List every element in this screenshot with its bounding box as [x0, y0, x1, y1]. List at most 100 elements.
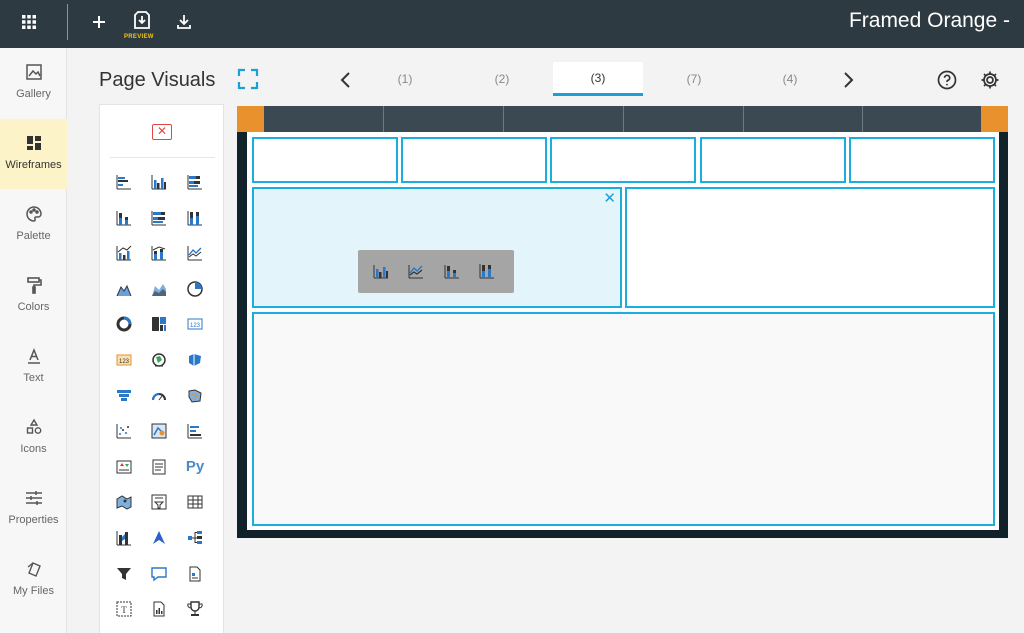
nav-item-gallery[interactable]: Gallery [0, 48, 67, 118]
paint-roller-icon [24, 275, 44, 295]
nav-item-colors[interactable]: Colors [0, 261, 67, 331]
page-tab-3[interactable]: (3) [553, 62, 643, 96]
apps-grid-icon[interactable] [13, 0, 45, 44]
stacked-bar-icon[interactable] [184, 171, 206, 193]
nav-item-icons[interactable]: Icons [0, 403, 67, 473]
page-tab-1[interactable]: (1) [360, 62, 450, 96]
page-tab-4[interactable]: (4) [745, 62, 835, 96]
treemap-icon[interactable] [148, 313, 170, 335]
delete-visual-icon[interactable]: ✕ [152, 124, 172, 140]
table-icon[interactable] [184, 491, 206, 513]
frame-tick [503, 106, 504, 132]
nav-label: Palette [16, 230, 51, 242]
key-influencers-icon[interactable] [184, 420, 206, 442]
close-icon[interactable]: ✕ [603, 191, 616, 206]
nav-item-wireframes[interactable]: Wireframes [0, 119, 67, 189]
globe-map-icon[interactable] [148, 349, 170, 371]
multi-row-card-icon[interactable]: 123 [113, 349, 135, 371]
clustered-column-icon[interactable] [370, 260, 392, 282]
wireframe-card-1[interactable] [252, 137, 398, 183]
gauge-icon[interactable] [148, 385, 170, 407]
nav-label: Colors [17, 301, 50, 313]
100-stacked-column-icon[interactable] [476, 260, 498, 282]
frame-tick [623, 106, 624, 132]
text-icon [24, 346, 44, 366]
nav-label: Icons [20, 443, 47, 455]
line-clustered-column-icon[interactable] [113, 242, 135, 264]
wireframe-card-2[interactable] [401, 137, 547, 183]
clustered-bar-icon[interactable] [113, 171, 135, 193]
filter-icon[interactable] [113, 563, 135, 585]
shape-map-icon[interactable] [184, 385, 206, 407]
map-icon[interactable] [113, 491, 135, 513]
stacked-column-icon[interactable] [441, 260, 463, 282]
preview-label: PREVIEW [124, 34, 154, 40]
qna-icon[interactable] [148, 563, 170, 585]
canvas-area: ✕ [247, 132, 999, 530]
paginated-report-icon[interactable] [184, 563, 206, 585]
nav-label: Gallery [16, 88, 51, 100]
left-nav: Gallery Wireframes Palette Colors Text I… [0, 48, 67, 633]
nav-item-palette[interactable]: Palette [0, 190, 67, 260]
wireframe-card-4[interactable] [700, 137, 846, 183]
slicer-icon[interactable] [148, 491, 170, 513]
clustered-column-icon[interactable] [148, 171, 170, 193]
nav-label: Text [23, 372, 44, 384]
nav-label: Wireframes [5, 159, 62, 171]
next-page-arrow[interactable] [837, 66, 861, 94]
python-visual-label: Py [185, 458, 205, 476]
svg-text:123: 123 [190, 323, 201, 329]
100-stacked-bar-icon[interactable] [148, 207, 170, 229]
scatter-chart-icon[interactable] [113, 420, 135, 442]
stacked-column-icon[interactable] [113, 207, 135, 229]
wireframe-chart-selected[interactable]: ✕ [252, 187, 622, 308]
area-chart-icon[interactable] [113, 278, 135, 300]
donut-chart-icon[interactable] [113, 313, 135, 335]
azure-map-icon[interactable] [148, 420, 170, 442]
line-chart-icon[interactable] [184, 242, 206, 264]
smart-narrative-icon[interactable] [148, 456, 170, 478]
chart-type-picker [358, 250, 514, 293]
nav-item-properties[interactable]: Properties [0, 474, 67, 544]
page-canvas: ✕ [237, 106, 1008, 538]
line-chart-icon[interactable] [405, 260, 427, 282]
pie-chart-icon[interactable] [184, 278, 206, 300]
shapes-icon [24, 417, 44, 437]
nav-item-my-files[interactable]: My Files [0, 545, 67, 615]
card-icon[interactable]: 123 [184, 313, 206, 335]
line-stacked-column-icon[interactable] [148, 242, 170, 264]
topbar-divider [67, 4, 68, 40]
arcgis-icon[interactable] [148, 527, 170, 549]
stacked-area-icon[interactable] [148, 278, 170, 300]
frame-corner-right [981, 106, 1008, 132]
trophy-icon[interactable] [184, 598, 206, 620]
download-icon[interactable] [168, 0, 200, 44]
nav-item-text[interactable]: Text [0, 332, 67, 402]
gallery-icon [24, 62, 44, 82]
expand-icon[interactable] [237, 68, 259, 90]
report-icon[interactable] [148, 598, 170, 620]
page-tab-2[interactable]: (2) [457, 62, 547, 96]
ribbon-chart-icon[interactable] [113, 527, 135, 549]
wireframe-card-5[interactable] [849, 137, 995, 183]
palette-icon [24, 204, 44, 224]
100-stacked-column-icon[interactable] [184, 207, 206, 229]
filled-map-icon[interactable] [184, 349, 206, 371]
text-box-icon[interactable]: T [113, 598, 135, 620]
files-icon [24, 559, 44, 579]
kpi-icon[interactable] [113, 456, 135, 478]
nav-label: My Files [13, 585, 54, 597]
settings-icon[interactable] [979, 69, 1001, 91]
page-tab-7[interactable]: (7) [649, 62, 739, 96]
help-icon[interactable] [936, 69, 958, 91]
frame-tick [383, 106, 384, 132]
plus-icon[interactable] [83, 0, 115, 44]
funnel-icon[interactable] [113, 385, 135, 407]
top-bar: PREVIEW Framed Orange - [0, 0, 1024, 48]
wireframe-chart-right[interactable] [625, 187, 995, 308]
wireframe-large-visual[interactable] [252, 312, 995, 526]
prev-page-arrow[interactable] [333, 66, 357, 94]
decomposition-tree-icon[interactable] [184, 527, 206, 549]
wireframe-card-3[interactable] [550, 137, 696, 183]
python-visual-icon[interactable]: Py [184, 456, 206, 478]
